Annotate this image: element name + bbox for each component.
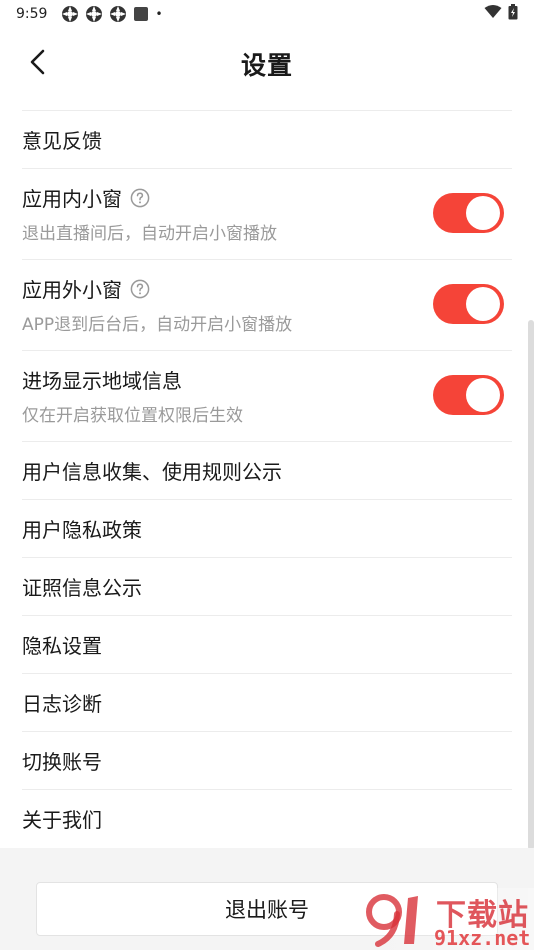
settings-item-label: 证照信息公示	[22, 576, 142, 600]
settings-item-out-app-window: 应用外小窗 APP退到后台后，自动开启小窗播放	[22, 259, 512, 350]
scrollbar[interactable]	[528, 320, 534, 850]
app-notification-icon	[109, 5, 127, 23]
settings-item-label: 应用外小窗	[22, 278, 122, 302]
settings-item-description: 仅在开启获取位置权限后生效	[22, 406, 243, 426]
status-bar: 9:59 •	[0, 0, 534, 28]
settings-item-license-info[interactable]: 证照信息公示	[22, 557, 512, 615]
app-notification-icon	[61, 5, 79, 23]
settings-item-label: 切换账号	[22, 750, 102, 774]
settings-item-description: APP退到后台后，自动开启小窗播放	[22, 315, 293, 335]
out-app-window-toggle[interactable]	[433, 284, 504, 324]
settings-item-user-info-rules[interactable]: 用户信息收集、使用规则公示	[22, 441, 512, 499]
settings-item-privacy-policy[interactable]: 用户隐私政策	[22, 499, 512, 557]
settings-item-label: 应用内小窗	[22, 187, 122, 211]
settings-item-region-info: 进场显示地域信息 仅在开启获取位置权限后生效	[22, 350, 512, 441]
page-title: 设置	[240, 51, 293, 80]
watermark: 下载站 91xz.net	[362, 888, 534, 950]
settings-item-label: 日志诊断	[22, 692, 102, 716]
app-notification-icon	[133, 6, 149, 22]
settings-item-log-diagnosis[interactable]: 日志诊断	[22, 673, 512, 731]
settings-item-description: 退出直播间后，自动开启小窗播放	[22, 224, 277, 244]
settings-item-label: 用户信息收集、使用规则公示	[22, 460, 282, 484]
settings-item-label: 进场显示地域信息	[22, 369, 182, 393]
status-dot: •	[155, 7, 163, 21]
settings-item-label: 意见反馈	[22, 129, 102, 153]
toggle-knob	[466, 287, 500, 321]
watermark-logo-icon	[366, 894, 418, 947]
settings-list: 意见反馈 应用内小窗 退出直播间后，自动开启小窗播放 应用外小窗 APP退到后台…	[22, 110, 512, 847]
help-icon[interactable]	[130, 279, 150, 299]
in-app-window-toggle[interactable]	[433, 193, 504, 233]
battery-icon	[508, 4, 518, 24]
settings-item-privacy-settings[interactable]: 隐私设置	[22, 615, 512, 673]
settings-item-feedback[interactable]: 意见反馈	[22, 110, 512, 168]
nav-bar: 设置	[0, 28, 534, 94]
help-icon[interactable]	[130, 188, 150, 208]
toggle-knob	[466, 378, 500, 412]
settings-item-label: 用户隐私政策	[22, 518, 142, 542]
region-info-toggle[interactable]	[433, 375, 504, 415]
settings-item-in-app-window: 应用内小窗 退出直播间后，自动开启小窗播放	[22, 168, 512, 259]
watermark-url: 91xz.net	[434, 926, 531, 950]
status-time: 9:59	[16, 6, 48, 22]
toggle-knob	[466, 196, 500, 230]
app-notification-icon	[85, 5, 103, 23]
wifi-icon	[484, 5, 502, 23]
settings-item-label: 关于我们	[22, 808, 102, 832]
settings-item-switch-account[interactable]: 切换账号	[22, 731, 512, 789]
settings-item-label: 隐私设置	[22, 634, 102, 658]
settings-item-about-us[interactable]: 关于我们	[22, 789, 512, 847]
